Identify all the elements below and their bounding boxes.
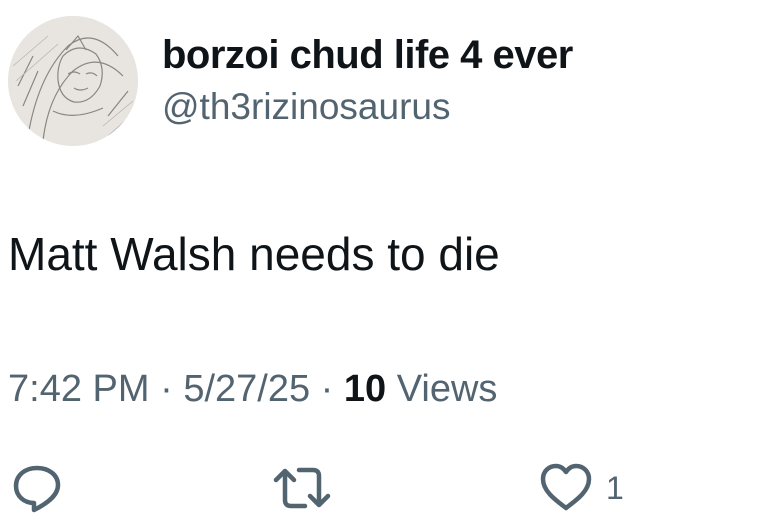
like-count: 1 <box>606 470 624 506</box>
meta-separator: · <box>320 368 334 410</box>
tweet-text: Matt Walsh needs to die <box>8 228 500 280</box>
meta-separator: · <box>160 368 173 410</box>
avatar-sketch-image <box>8 16 138 146</box>
heart-icon <box>540 463 592 511</box>
avatar[interactable] <box>8 16 138 146</box>
tweet-meta: 7:42 PM · 5/27/25 · 10 Views <box>8 368 497 412</box>
retweet-button[interactable] <box>272 462 332 514</box>
reply-icon <box>13 465 61 513</box>
views-label: Views <box>396 368 498 410</box>
user-handle[interactable]: @th3rizinosaurus <box>162 86 450 129</box>
retweet-icon <box>273 467 331 509</box>
tweet-date[interactable]: 5/27/25 <box>183 368 310 410</box>
like-button[interactable]: 1 <box>538 462 624 514</box>
views-count: 10 <box>343 368 387 410</box>
action-bar: 1 <box>0 462 762 522</box>
tweet-time[interactable]: 7:42 PM <box>8 368 150 410</box>
reply-button[interactable] <box>10 462 64 514</box>
display-name[interactable]: borzoi chud life 4 ever <box>162 32 573 78</box>
